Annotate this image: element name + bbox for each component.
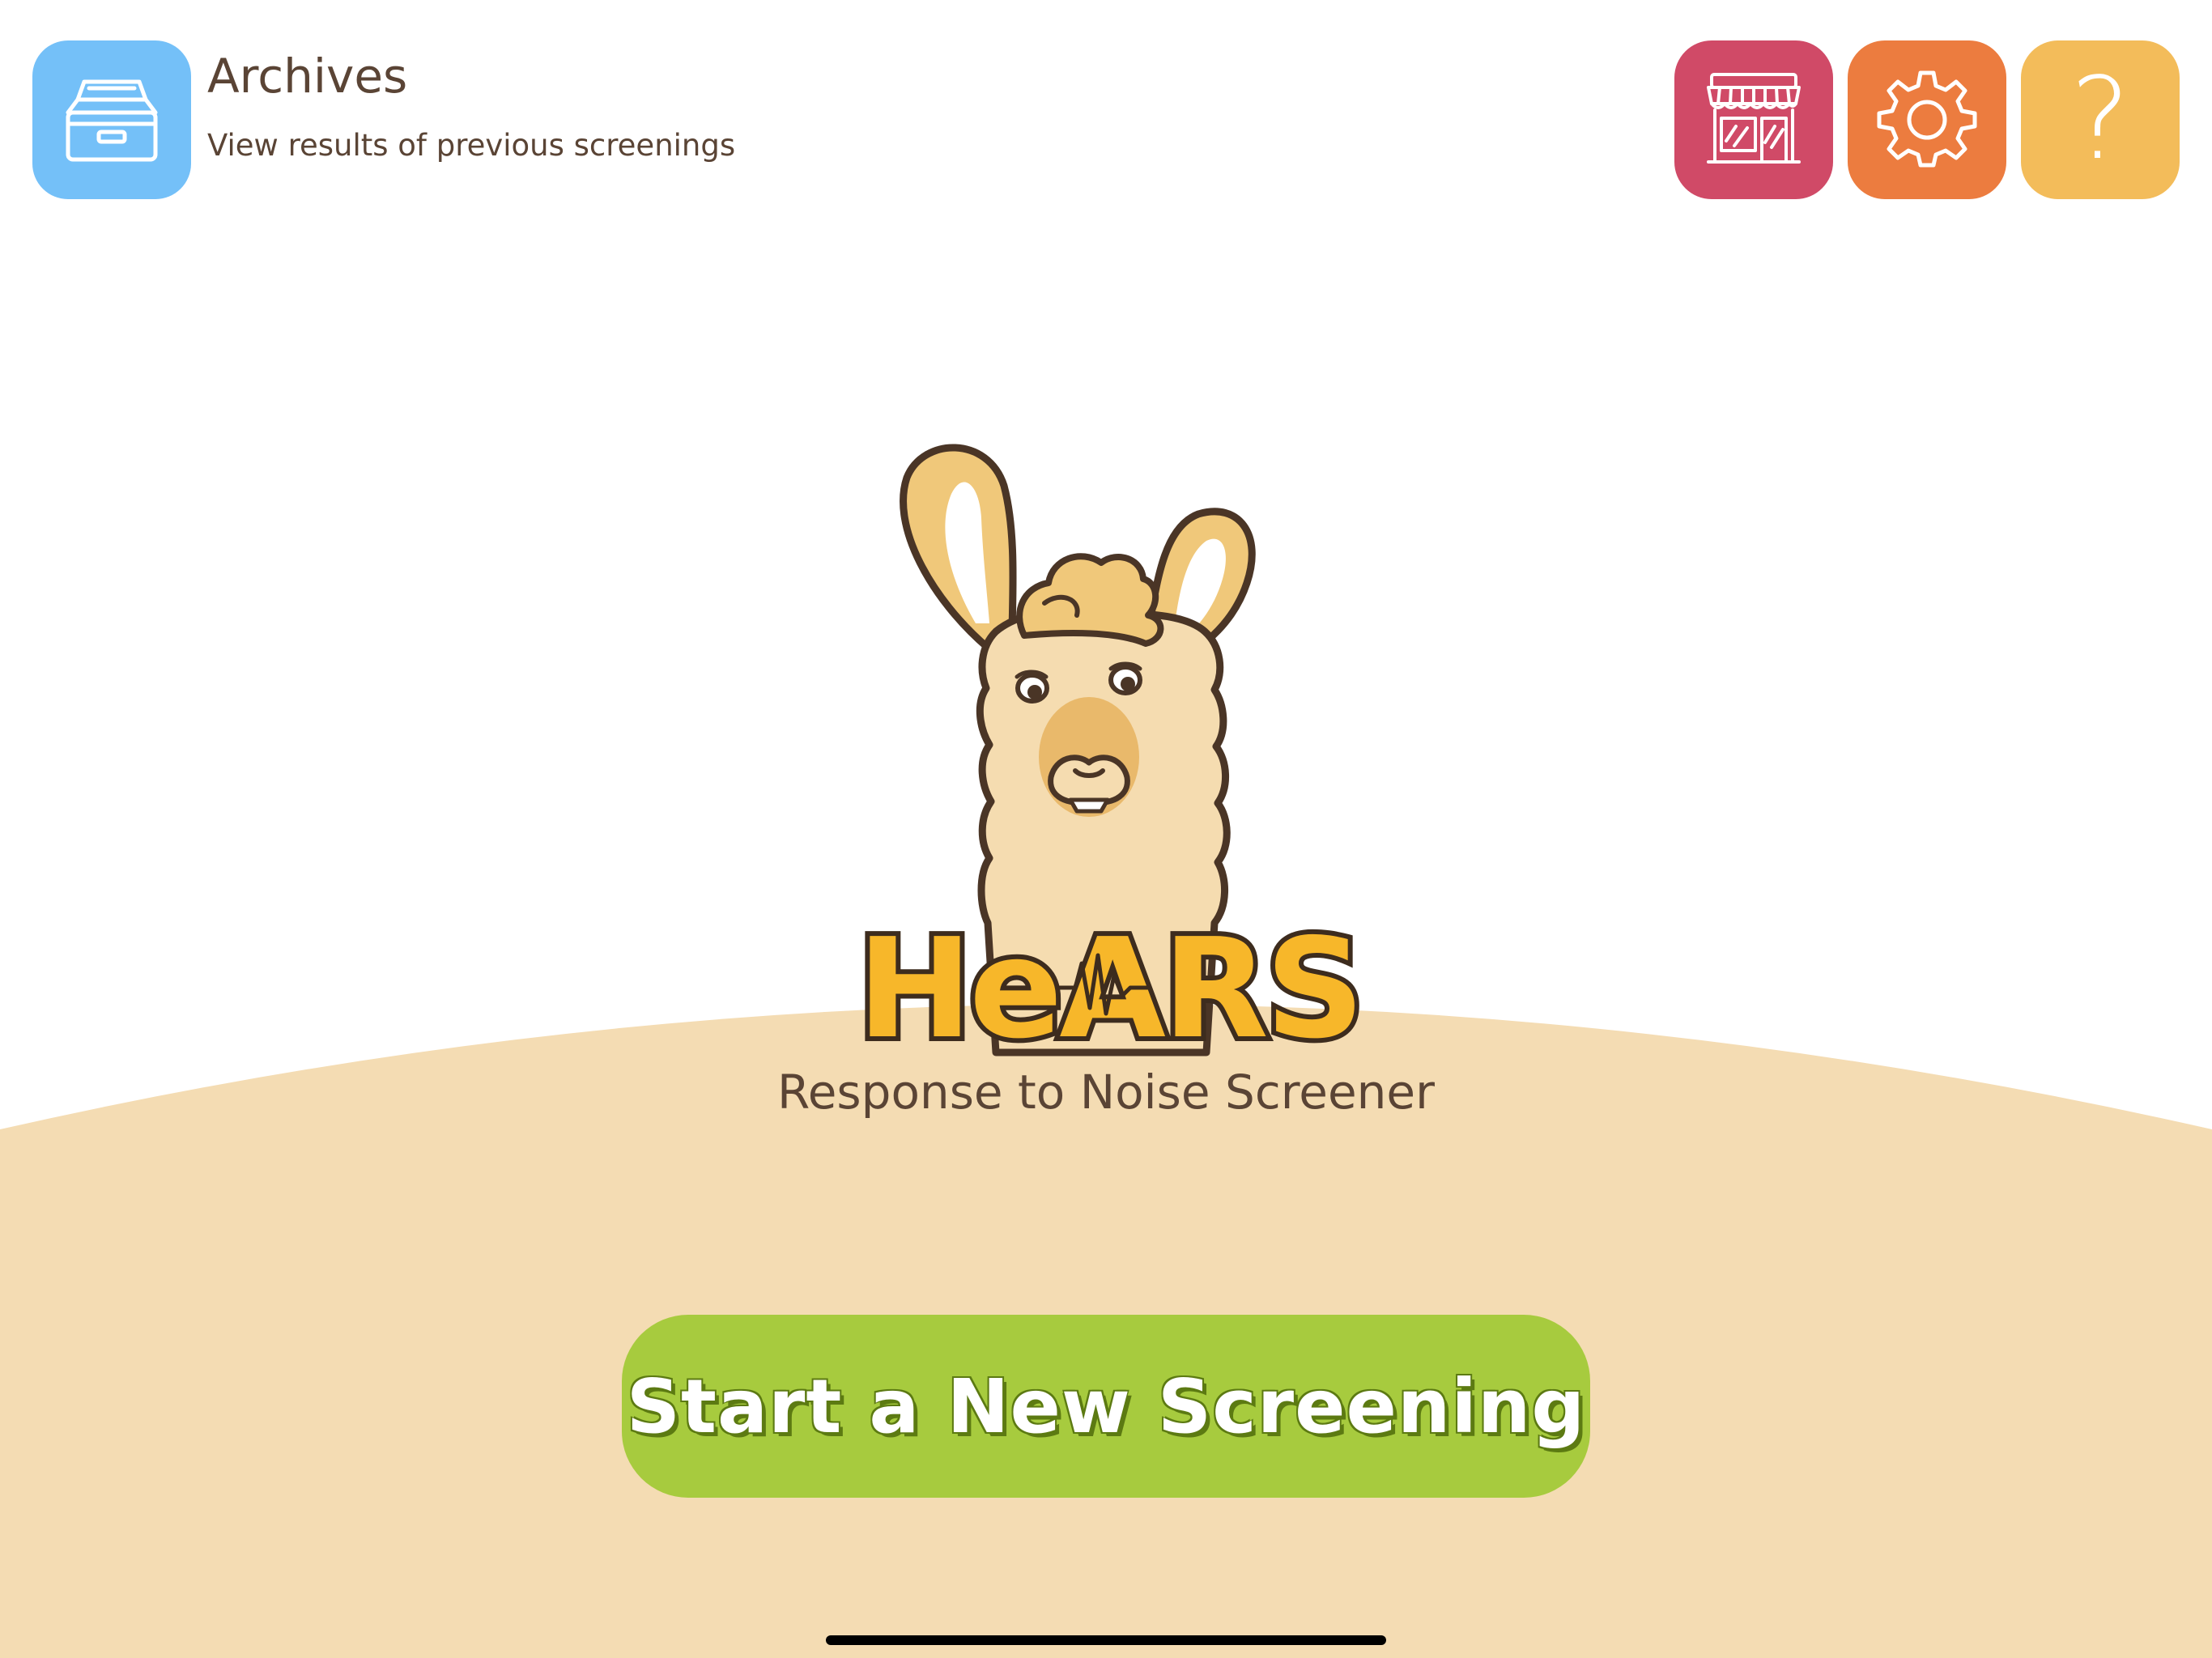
gear-icon bbox=[1877, 70, 1977, 168]
home-indicator[interactable] bbox=[826, 1635, 1386, 1645]
hears-logo: HeARS bbox=[858, 444, 1360, 1069]
help-button[interactable]: ? bbox=[2021, 40, 2180, 199]
archives-tile[interactable] bbox=[32, 40, 191, 199]
hears-wordmark: HeARS bbox=[858, 904, 1360, 1069]
archive-drawer-icon bbox=[66, 79, 158, 162]
help-icon: ? bbox=[2069, 53, 2131, 185]
archives-subtitle: View results of previous screenings bbox=[207, 128, 736, 163]
settings-button[interactable] bbox=[1848, 40, 2006, 199]
app-subtitle: Response to Noise Screener bbox=[777, 1065, 1435, 1120]
archives-title: Archives bbox=[207, 49, 408, 104]
start-new-screening-button[interactable]: Start a New Screening bbox=[622, 1315, 1590, 1498]
store-button[interactable] bbox=[1674, 40, 1833, 199]
start-button-label: Start a New Screening bbox=[626, 1363, 1586, 1450]
home-screen: Archives View results of previous screen… bbox=[0, 0, 2212, 1658]
archives-button[interactable]: Archives View results of previous screen… bbox=[32, 40, 735, 199]
top-toolbar: ? bbox=[1674, 40, 2180, 199]
archives-text[interactable]: Archives View results of previous screen… bbox=[207, 40, 735, 163]
storefront-icon bbox=[1707, 73, 1801, 164]
